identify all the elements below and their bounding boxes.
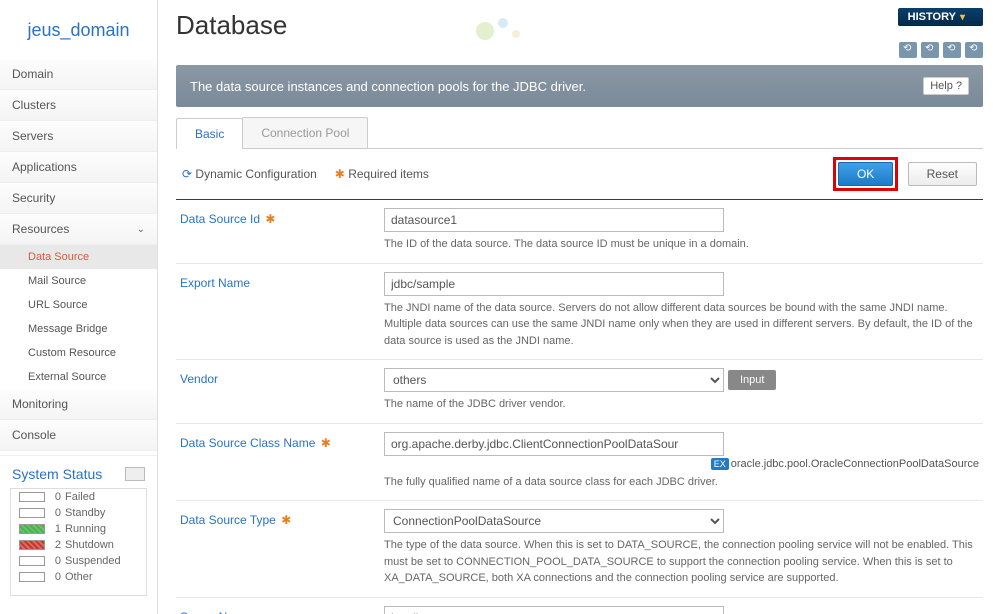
nav-resources[interactable]: Resources ⌄ [0,214,157,245]
domain-title: jeus_domain [0,10,157,59]
nav-clusters[interactable]: Clusters [0,90,157,121]
system-status-title: System Status [0,455,157,488]
example-class-name: EXoracle.jdbc.pool.OracleConnectionPoolD… [384,458,979,470]
required-icon: ✱ [335,167,345,181]
sidebar-item-external-source[interactable]: External Source [0,365,157,389]
refresh-icon: ⟳ [182,167,192,181]
required-legend: ✱ Required items [335,167,429,181]
vendor-input-button[interactable]: Input [728,370,776,390]
tab-basic[interactable]: Basic [176,118,243,149]
label-server-name: Server Name [180,606,370,614]
nav-applications[interactable]: Applications [0,152,157,183]
input-export-name[interactable] [384,272,724,296]
decorative-bubbles [476,14,520,40]
desc-vendor: The name of the JDBC driver vendor. [384,396,979,413]
monitor-icon[interactable] [125,467,145,481]
page-title: Database [176,0,983,45]
sidebar-item-custom-resource[interactable]: Custom Resource [0,341,157,365]
label-export-name: Export Name [180,272,370,350]
banner-text: The data source instances and connection… [190,79,586,94]
tab-connection-pool[interactable]: Connection Pool [242,117,368,148]
desc-ds-type: The type of the data source. When this i… [384,537,979,587]
nav-servers[interactable]: Servers [0,121,157,152]
reset-button[interactable]: Reset [908,162,977,186]
desc-data-source-id: The ID of the data source. The data sour… [384,236,979,253]
page-banner: The data source instances and connection… [176,65,983,107]
nav-console[interactable]: Console [0,420,157,451]
help-button[interactable]: Help ? [923,77,969,95]
status-row-running: 1Running [19,521,142,537]
ok-highlight-box: OK [833,157,898,191]
input-data-source-id[interactable] [384,208,724,232]
status-row-shutdown: 2Shutdown [19,537,142,553]
desc-export-name: The JNDI name of the data source. Server… [384,300,979,350]
nav-monitoring[interactable]: Monitoring [0,389,157,420]
status-row-other: 0Other [19,569,142,585]
sidebar-item-mail-source[interactable]: Mail Source [0,269,157,293]
nav-domain[interactable]: Domain [0,59,157,90]
chevron-down-icon: ⌄ [137,224,145,235]
nav-resources-label: Resources [12,222,69,236]
system-status-list: 0Failed 0Standby 1Running 2Shutdown 0Sus… [10,488,147,596]
select-vendor[interactable]: others [384,368,724,392]
label-class-name: Data Source Class Name ✱ [180,432,370,491]
status-row-standby: 0Standby [19,505,142,521]
desc-class-name: The fully qualified name of a data sourc… [384,474,979,491]
label-vendor: Vendor [180,368,370,413]
status-row-suspended: 0Suspended [19,553,142,569]
label-ds-type: Data Source Type ✱ [180,509,370,587]
status-row-failed: 0Failed [19,489,142,505]
input-server-name[interactable] [384,606,724,614]
label-data-source-id: Data Source Id ✱ [180,208,370,253]
nav-security[interactable]: Security [0,183,157,214]
select-ds-type[interactable]: ConnectionPoolDataSource [384,509,724,533]
input-class-name[interactable] [384,432,724,456]
dynamic-config-legend: ⟳ Dynamic Configuration [182,167,317,181]
sidebar-item-message-bridge[interactable]: Message Bridge [0,317,157,341]
sidebar-item-data-source[interactable]: Data Source [0,245,157,269]
sidebar-item-url-source[interactable]: URL Source [0,293,157,317]
ok-button[interactable]: OK [838,162,893,186]
